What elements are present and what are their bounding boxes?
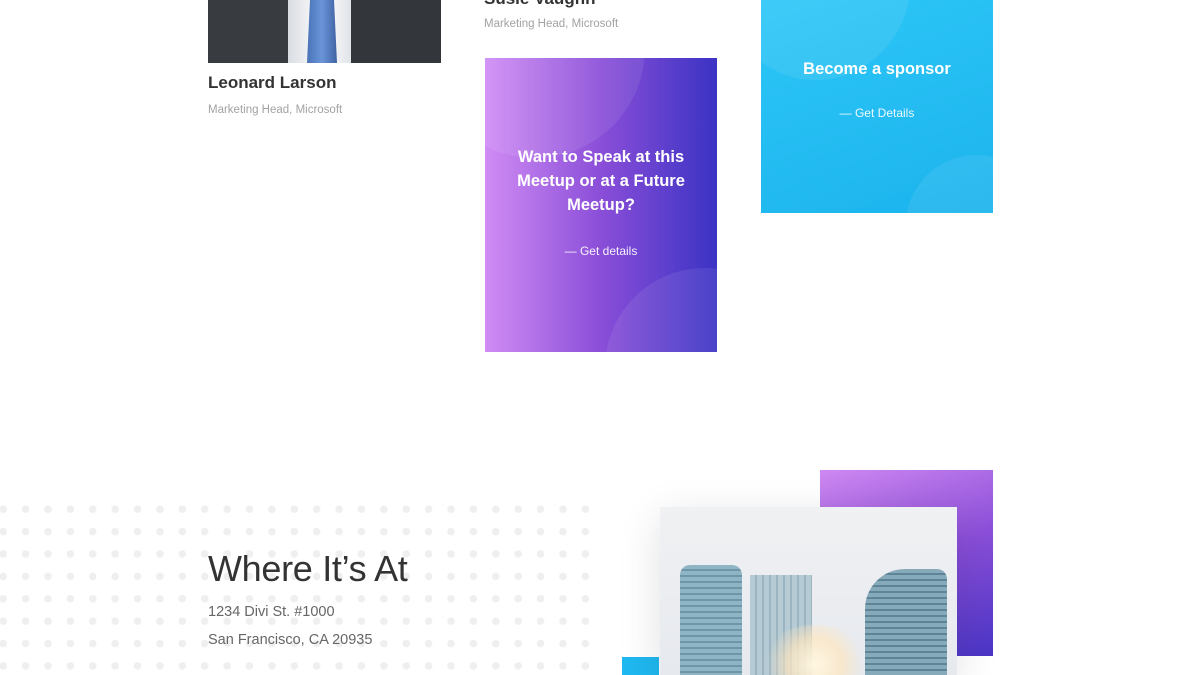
speaker-role: Marketing Head, Microsoft (484, 18, 619, 30)
address-line-2: San Francisco, CA 20935 (208, 632, 373, 648)
building (865, 569, 947, 675)
decor-circle (605, 268, 717, 352)
city-image (660, 507, 957, 675)
speak-get-details-link[interactable]: — Get details (485, 244, 717, 258)
photo-suit-right (351, 0, 441, 63)
sponsor-get-details-link[interactable]: — Get Details (761, 106, 993, 120)
speaker-role: Marketing Head, Microsoft (208, 104, 343, 116)
speak-cta-card[interactable]: Want to Speak at this Meetup or at a Fut… (485, 58, 717, 352)
sponsor-cta-card[interactable]: Become a sponsor — Get Details (761, 0, 993, 213)
cyan-accent-block (622, 657, 659, 675)
decor-circle (485, 58, 645, 158)
decor-circle (906, 155, 993, 213)
sponsor-cta-title: Become a sponsor (803, 60, 951, 78)
address-line-1: 1234 Divi St. #1000 (208, 604, 335, 620)
speak-cta-title: Want to Speak at this Meetup or at a Fut… (517, 148, 685, 214)
page: Leonard Larson Marketing Head, Microsoft… (0, 0, 1200, 675)
speaker-photo (208, 0, 441, 63)
location-title: Where It’s At (208, 548, 408, 589)
speaker-name: Leonard Larson (208, 73, 337, 92)
building (680, 565, 742, 675)
photo-tie (307, 0, 337, 63)
photo-suit-left (208, 0, 288, 63)
speaker-name: Susie Vaughn (484, 0, 595, 9)
